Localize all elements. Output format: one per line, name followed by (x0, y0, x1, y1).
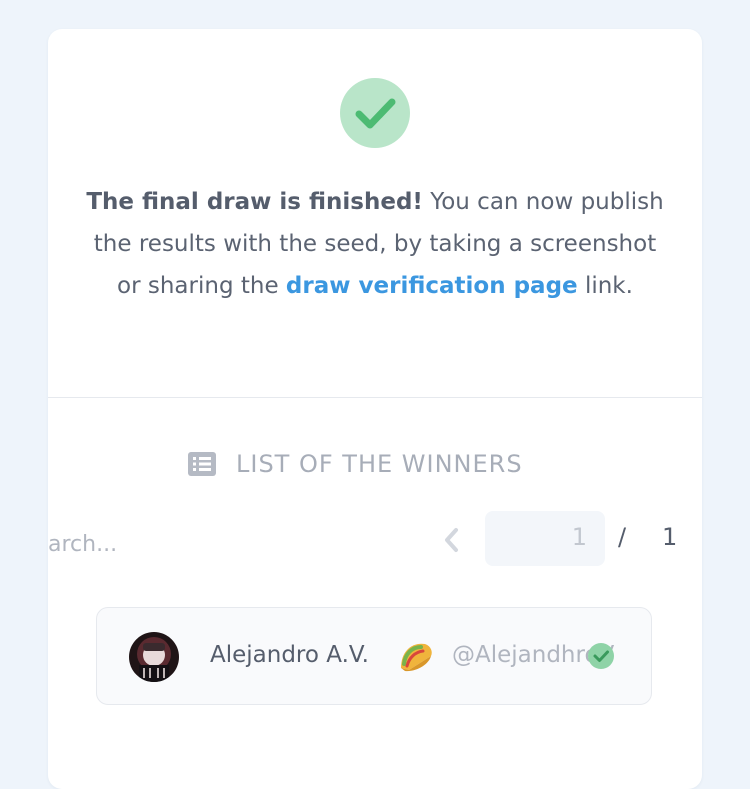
message-bold: The final draw is finished! (86, 189, 423, 215)
page-separator: / (618, 523, 627, 551)
success-check-icon (340, 78, 410, 148)
section-divider (48, 397, 702, 398)
draw-result-card: The final draw is finished! You can now … (48, 29, 702, 789)
current-page-value: 1 (571, 523, 587, 551)
previous-page-button[interactable] (440, 525, 464, 555)
message-text-end: link. (577, 273, 633, 299)
search-input[interactable] (48, 524, 218, 564)
draw-finished-message: The final draw is finished! You can now … (84, 181, 666, 307)
winner-name: Alejandro A.V. (210, 642, 369, 668)
taco-icon (401, 643, 432, 672)
winner-list-item: Alejandro A.V. @AlejandhroV (96, 607, 652, 705)
list-icon (188, 452, 216, 476)
winners-section-title: LIST OF THE WINNERS (188, 449, 523, 479)
draw-verification-link[interactable]: draw verification page (286, 273, 578, 299)
avatar (129, 632, 179, 682)
total-pages: 1 (662, 523, 678, 551)
winners-title-label: LIST OF THE WINNERS (236, 450, 523, 478)
page-number-input[interactable]: 1 (485, 511, 605, 566)
verified-check-icon (588, 643, 614, 669)
chevron-left-icon (445, 528, 458, 552)
